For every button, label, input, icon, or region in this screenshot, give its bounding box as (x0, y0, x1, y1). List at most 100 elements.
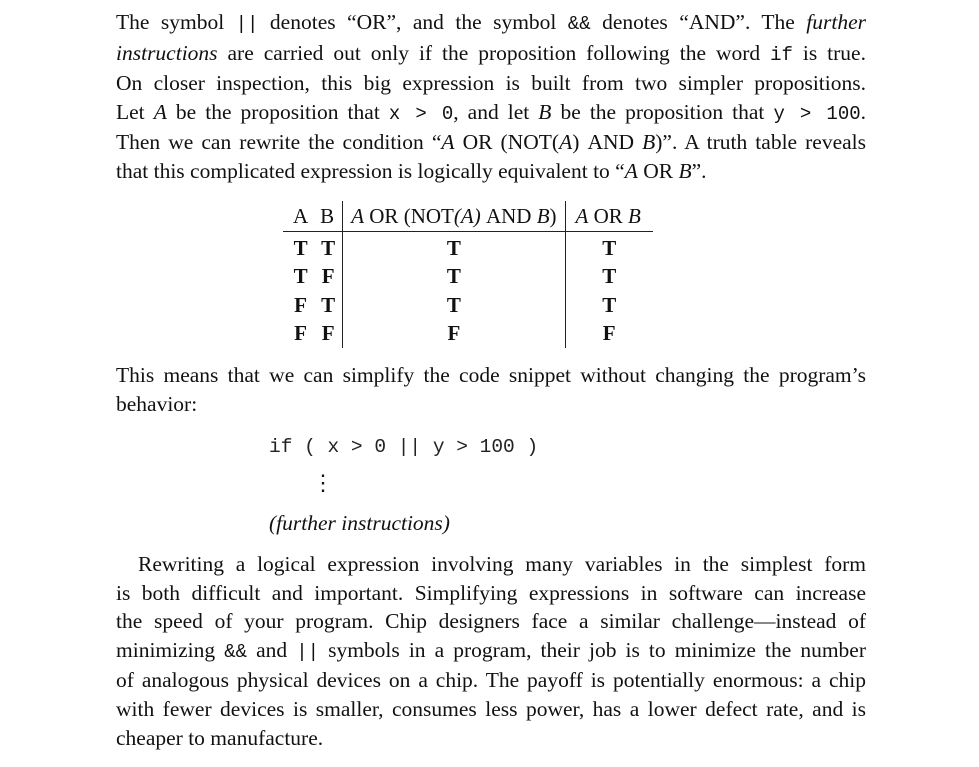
cell-simplified: T (602, 264, 617, 289)
text-span: . (860, 99, 866, 124)
code-and-symbol: && (567, 13, 591, 35)
closing-line-7: cheaper to manufacture. (116, 725, 324, 750)
text-span (634, 130, 642, 154)
code-if-keyword: if (770, 43, 793, 66)
not-keyword: NOT (507, 130, 552, 155)
text-span (455, 130, 463, 154)
text-span: ”. (691, 158, 707, 183)
code-condition-x: x > 0 (388, 102, 454, 125)
closing-line-1: Rewriting a logical expression involving… (138, 552, 866, 576)
text-span: be the proposition that (551, 99, 774, 124)
closing-line-6: with fewer devices is smaller, consumes … (116, 696, 866, 721)
intro-paragraph: The symbol || denotes “OR”, and the symb… (116, 8, 866, 186)
vertical-ellipsis: ⋮ (312, 470, 334, 495)
cell-b: T (314, 231, 344, 263)
text-span: , and let (453, 99, 539, 124)
cell-b: F (314, 262, 344, 291)
or-keyword: OR (356, 10, 387, 34)
text-span: denotes “ (258, 10, 357, 34)
or-keyword: OR (643, 158, 674, 183)
header-simp-or: OR (593, 203, 623, 228)
code-or-symbol: || (235, 13, 259, 35)
header-simp-a: A (575, 203, 589, 228)
italic-term: further (806, 10, 867, 34)
variable-b: B (678, 158, 692, 183)
variable-a: A (153, 99, 167, 124)
text-span: ) (572, 130, 588, 155)
truth-table-header-row: A B A OR (NOT(A) AND B) A OR B (283, 201, 653, 232)
text-span: ( (492, 130, 508, 155)
code-condition-y: y > 100 (773, 102, 861, 125)
text-span: that this complicated expression is logi… (116, 158, 625, 183)
text-span: denotes “ (590, 10, 689, 34)
header-expr-b: B (536, 203, 550, 228)
header-a: A (283, 201, 315, 232)
closing-line-2: is both difficult and important. Simplif… (116, 580, 866, 605)
variable-b: B (538, 99, 552, 124)
cell-expression: T (342, 291, 566, 320)
variable-a: A (559, 130, 573, 155)
truth-table-row: F T T T (283, 291, 653, 320)
intro-line-4: Let A be the proposition that x > 0, and… (116, 98, 866, 129)
text-span: is true. (792, 40, 866, 65)
cell-b: F (314, 319, 344, 348)
header-simp-b: B (628, 203, 641, 228)
further-instructions-label: (further instructions) (269, 511, 450, 535)
text-span: On closer inspection, this big expressio… (116, 71, 866, 96)
truth-table-container: A B A OR (NOT(A) AND B) A OR B T T T T T… (283, 201, 653, 348)
truth-table-row: T F T T (283, 262, 653, 291)
header-expr-open: ( (398, 203, 411, 228)
header-expr-close: ) (549, 203, 557, 228)
closing-line-5: of analogous physical devices on a chip.… (116, 668, 866, 693)
simplify-line-2: behavior: (116, 391, 198, 416)
and-keyword: AND (688, 10, 736, 34)
cell-simplified: T (602, 292, 617, 317)
truth-table-row: T T T T (283, 231, 653, 263)
text-span: ”. The (735, 10, 807, 34)
and-keyword: AND (587, 130, 635, 155)
closing-paragraph: Rewriting a logical expression involving… (116, 550, 866, 752)
variable-b: B (642, 130, 656, 155)
text-span: The symbol (116, 10, 236, 34)
variable-a: A (624, 158, 638, 183)
cell-b: T (314, 291, 344, 320)
intro-line-5: Then we can rewrite the condition “A OR … (116, 128, 866, 157)
text-span: are carried out only if the proposition … (217, 40, 771, 65)
intro-line-2: instructions are carried out only if the… (116, 39, 866, 70)
header-expr-pa: (A) (453, 203, 481, 228)
cell-expression: T (342, 262, 566, 291)
code-and-symbol: && (224, 640, 248, 663)
code-or-symbol: || (296, 640, 320, 663)
header-expr-or: OR (369, 203, 399, 228)
simplify-paragraph: This means that we can simplify the code… (116, 361, 866, 418)
or-keyword: OR (462, 130, 493, 155)
header-expr-a: A (351, 203, 365, 228)
cell-a: F (294, 321, 307, 346)
intro-line-1: The symbol || denotes “OR”, and the symb… (116, 8, 866, 39)
simplify-line-1: This means that we can simplify the code… (116, 363, 866, 387)
variable-a: A (441, 130, 455, 155)
header-expr-not: NOT (410, 203, 454, 228)
truth-table: A B A OR (NOT(A) AND B) A OR B T T T T T… (283, 201, 653, 348)
cell-a: T (293, 235, 308, 260)
intro-line-3: On closer inspection, this big expressio… (116, 69, 866, 98)
text-span: ”, and the symbol (386, 10, 568, 34)
cell-expression: T (342, 231, 566, 263)
text-span: Then we can rewrite the condition “ (116, 130, 442, 155)
intro-line-6: that this complicated expression is logi… (116, 157, 866, 186)
code-snippet: if ( x > 0 || y > 100 ) (269, 436, 539, 458)
header-expr-and: AND (485, 203, 532, 228)
header-simplified: A OR B (565, 201, 653, 232)
header-expression: A OR (NOT(A) AND B) (342, 201, 566, 232)
truth-table-row: F F F F (283, 319, 653, 348)
text-span: Let (116, 99, 154, 124)
cell-a: F (294, 292, 307, 317)
text-span: )”. A truth table reveals (655, 130, 867, 155)
text-span: symbols in a program, their job is to mi… (319, 637, 866, 662)
cell-a: T (293, 264, 308, 289)
cell-simplified: T (602, 235, 617, 260)
closing-line-3: the speed of your program. Chip designer… (116, 609, 866, 634)
header-b: B (314, 201, 344, 232)
text-span: and (247, 637, 297, 662)
closing-line-4: minimizing && and || symbols in a progra… (116, 636, 866, 667)
